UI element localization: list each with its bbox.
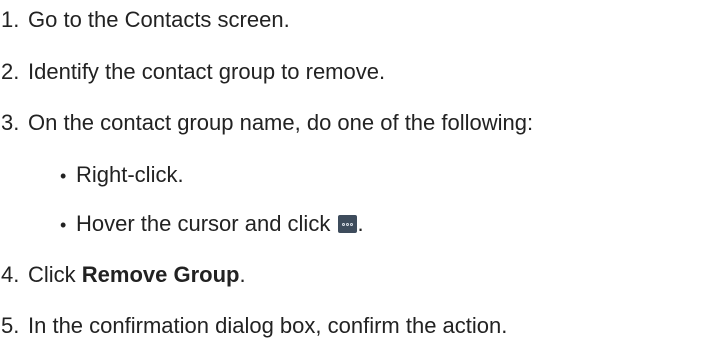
step-text-post: . [239, 262, 246, 287]
more-options-icon [338, 215, 358, 233]
step-number: 5. [1, 313, 20, 338]
substep-text: Right-click. [76, 162, 184, 187]
substep-2: • Hover the cursor and click . [60, 211, 364, 238]
step-4: 4. Click Remove Group. [0, 262, 246, 288]
substep-text: Hover the cursor and click [76, 211, 337, 236]
bullet: • [60, 166, 67, 186]
step-number: 1. [1, 7, 20, 32]
substep-1: • Right-click. [60, 162, 184, 189]
instruction-steps: 1. Go to the Contacts screen. 2. Identify … [0, 0, 725, 350]
step-1: 1. Go to the Contacts screen. [0, 7, 290, 33]
step-text: Go to the Contacts screen. [28, 7, 290, 32]
substep-punct: . [357, 211, 364, 236]
step-number: 3. [1, 110, 20, 135]
remove-group-label: Remove Group [81, 262, 240, 287]
step-text-pre: Click [28, 262, 82, 287]
step-text: Identify the contact group to remove. [28, 59, 386, 84]
step-5: 5. In the confirmation dialog box, confir… [0, 313, 507, 339]
bullet: • [60, 215, 67, 235]
step-number: 2. [1, 59, 20, 84]
step-2: 2. Identify the contact group to remove. [0, 59, 385, 85]
step-text: On the contact group name, do one of the… [28, 110, 534, 135]
step-number: 4. [1, 262, 20, 287]
step-text: In the confirmation dialog box, confirm … [28, 313, 508, 338]
step-3: 3. On the contact group name, do one of t… [0, 110, 533, 136]
